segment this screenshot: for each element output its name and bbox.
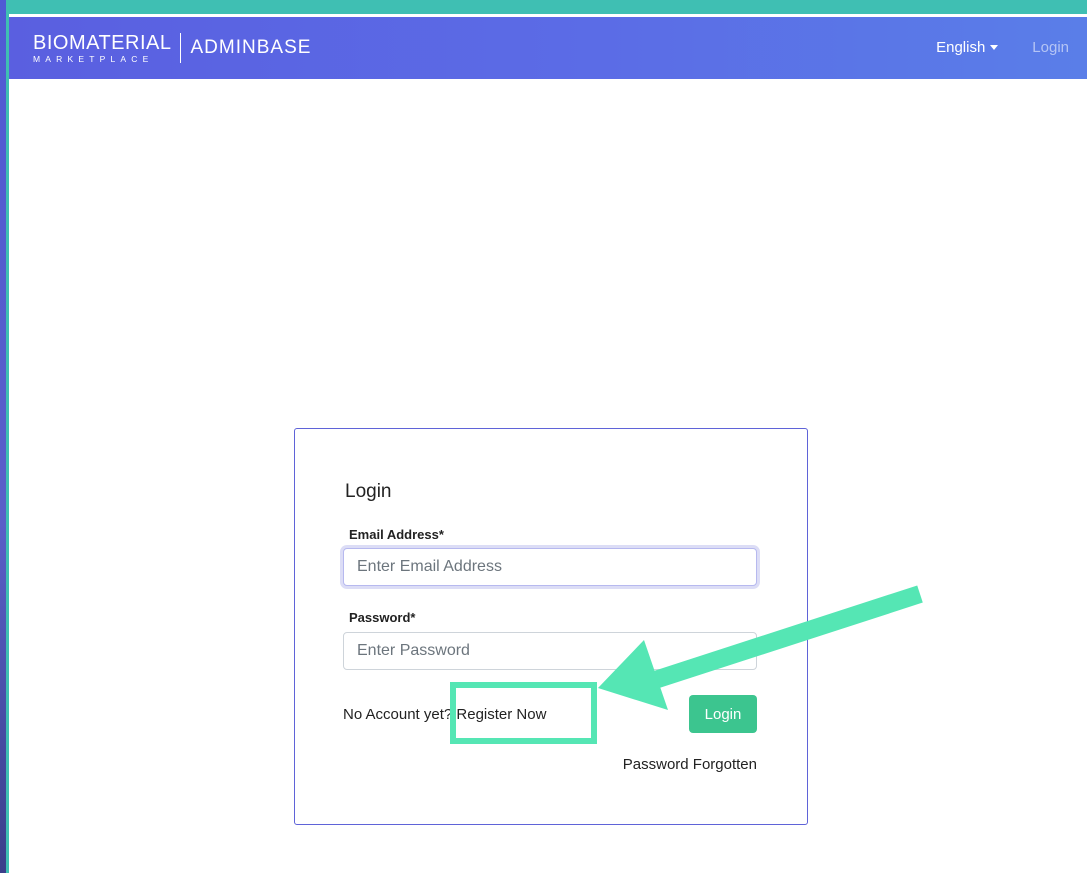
annotation-arrow-icon <box>598 585 923 710</box>
